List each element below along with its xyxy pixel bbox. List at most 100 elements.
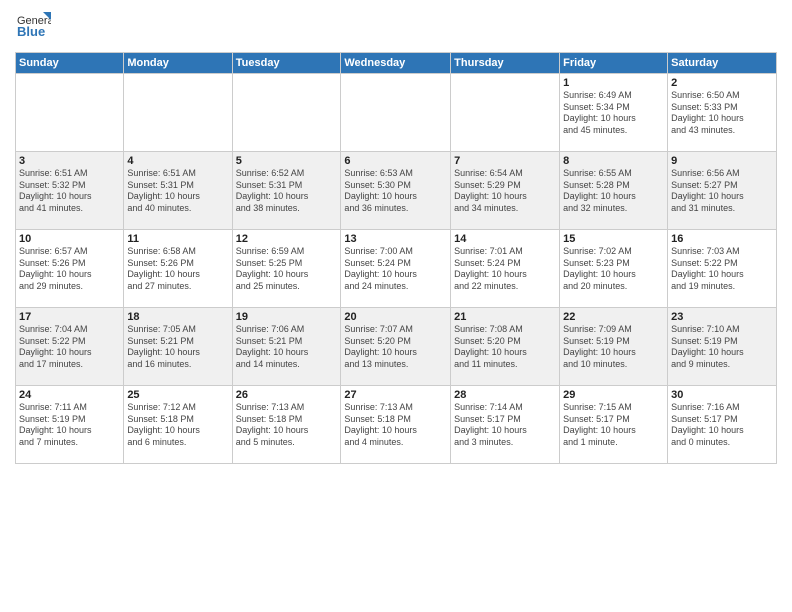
calendar-cell: 25Sunrise: 7:12 AM Sunset: 5:18 PM Dayli… [124,386,232,464]
day-number: 4 [127,155,228,167]
day-number: 22 [563,311,664,323]
calendar-cell [232,74,341,152]
day-info: Sunrise: 7:03 AM Sunset: 5:22 PM Dayligh… [671,246,773,293]
day-number: 15 [563,233,664,245]
logo-icon: General Blue [15,10,51,46]
svg-text:Blue: Blue [17,24,45,39]
day-number: 2 [671,77,773,89]
calendar-cell: 29Sunrise: 7:15 AM Sunset: 5:17 PM Dayli… [560,386,668,464]
day-info: Sunrise: 7:05 AM Sunset: 5:21 PM Dayligh… [127,324,228,371]
day-number: 27 [344,389,447,401]
calendar-cell: 6Sunrise: 6:53 AM Sunset: 5:30 PM Daylig… [341,152,451,230]
header: General Blue [15,10,777,46]
calendar-table: SundayMondayTuesdayWednesdayThursdayFrid… [15,52,777,464]
day-header-saturday: Saturday [668,53,777,74]
calendar-cell: 26Sunrise: 7:13 AM Sunset: 5:18 PM Dayli… [232,386,341,464]
calendar-cell: 23Sunrise: 7:10 AM Sunset: 5:19 PM Dayli… [668,308,777,386]
day-header-sunday: Sunday [16,53,124,74]
day-number: 28 [454,389,556,401]
day-number: 12 [236,233,338,245]
day-number: 17 [19,311,120,323]
calendar-cell: 9Sunrise: 6:56 AM Sunset: 5:27 PM Daylig… [668,152,777,230]
calendar-week-row: 1Sunrise: 6:49 AM Sunset: 5:34 PM Daylig… [16,74,777,152]
day-info: Sunrise: 7:13 AM Sunset: 5:18 PM Dayligh… [344,402,447,449]
calendar-cell: 13Sunrise: 7:00 AM Sunset: 5:24 PM Dayli… [341,230,451,308]
day-number: 7 [454,155,556,167]
calendar-cell [451,74,560,152]
calendar-cell: 20Sunrise: 7:07 AM Sunset: 5:20 PM Dayli… [341,308,451,386]
day-number: 10 [19,233,120,245]
day-number: 19 [236,311,338,323]
day-info: Sunrise: 7:10 AM Sunset: 5:19 PM Dayligh… [671,324,773,371]
day-number: 6 [344,155,447,167]
calendar-cell: 12Sunrise: 6:59 AM Sunset: 5:25 PM Dayli… [232,230,341,308]
day-number: 9 [671,155,773,167]
day-info: Sunrise: 6:53 AM Sunset: 5:30 PM Dayligh… [344,168,447,215]
day-info: Sunrise: 7:02 AM Sunset: 5:23 PM Dayligh… [563,246,664,293]
day-info: Sunrise: 6:50 AM Sunset: 5:33 PM Dayligh… [671,90,773,137]
day-number: 18 [127,311,228,323]
day-info: Sunrise: 7:08 AM Sunset: 5:20 PM Dayligh… [454,324,556,371]
day-info: Sunrise: 7:14 AM Sunset: 5:17 PM Dayligh… [454,402,556,449]
day-header-wednesday: Wednesday [341,53,451,74]
day-info: Sunrise: 6:59 AM Sunset: 5:25 PM Dayligh… [236,246,338,293]
day-number: 21 [454,311,556,323]
day-number: 29 [563,389,664,401]
day-info: Sunrise: 6:56 AM Sunset: 5:27 PM Dayligh… [671,168,773,215]
day-number: 14 [454,233,556,245]
calendar-cell: 27Sunrise: 7:13 AM Sunset: 5:18 PM Dayli… [341,386,451,464]
day-info: Sunrise: 7:09 AM Sunset: 5:19 PM Dayligh… [563,324,664,371]
calendar-week-row: 24Sunrise: 7:11 AM Sunset: 5:19 PM Dayli… [16,386,777,464]
day-number: 24 [19,389,120,401]
day-info: Sunrise: 6:55 AM Sunset: 5:28 PM Dayligh… [563,168,664,215]
day-info: Sunrise: 7:15 AM Sunset: 5:17 PM Dayligh… [563,402,664,449]
day-number: 26 [236,389,338,401]
day-info: Sunrise: 6:51 AM Sunset: 5:32 PM Dayligh… [19,168,120,215]
day-number: 8 [563,155,664,167]
day-info: Sunrise: 6:51 AM Sunset: 5:31 PM Dayligh… [127,168,228,215]
day-number: 16 [671,233,773,245]
calendar-week-row: 3Sunrise: 6:51 AM Sunset: 5:32 PM Daylig… [16,152,777,230]
day-number: 13 [344,233,447,245]
day-info: Sunrise: 7:06 AM Sunset: 5:21 PM Dayligh… [236,324,338,371]
calendar-cell: 22Sunrise: 7:09 AM Sunset: 5:19 PM Dayli… [560,308,668,386]
calendar-cell: 17Sunrise: 7:04 AM Sunset: 5:22 PM Dayli… [16,308,124,386]
day-info: Sunrise: 7:07 AM Sunset: 5:20 PM Dayligh… [344,324,447,371]
day-number: 20 [344,311,447,323]
day-number: 23 [671,311,773,323]
day-info: Sunrise: 6:58 AM Sunset: 5:26 PM Dayligh… [127,246,228,293]
calendar-cell: 14Sunrise: 7:01 AM Sunset: 5:24 PM Dayli… [451,230,560,308]
calendar-cell [341,74,451,152]
day-info: Sunrise: 6:52 AM Sunset: 5:31 PM Dayligh… [236,168,338,215]
calendar-cell: 3Sunrise: 6:51 AM Sunset: 5:32 PM Daylig… [16,152,124,230]
day-info: Sunrise: 6:57 AM Sunset: 5:26 PM Dayligh… [19,246,120,293]
calendar-cell: 15Sunrise: 7:02 AM Sunset: 5:23 PM Dayli… [560,230,668,308]
calendar-cell: 19Sunrise: 7:06 AM Sunset: 5:21 PM Dayli… [232,308,341,386]
day-number: 30 [671,389,773,401]
day-number: 5 [236,155,338,167]
day-info: Sunrise: 7:16 AM Sunset: 5:17 PM Dayligh… [671,402,773,449]
calendar-cell: 4Sunrise: 6:51 AM Sunset: 5:31 PM Daylig… [124,152,232,230]
calendar-cell [16,74,124,152]
calendar-cell: 1Sunrise: 6:49 AM Sunset: 5:34 PM Daylig… [560,74,668,152]
calendar-cell: 16Sunrise: 7:03 AM Sunset: 5:22 PM Dayli… [668,230,777,308]
calendar-cell: 30Sunrise: 7:16 AM Sunset: 5:17 PM Dayli… [668,386,777,464]
calendar-cell: 28Sunrise: 7:14 AM Sunset: 5:17 PM Dayli… [451,386,560,464]
calendar-cell: 24Sunrise: 7:11 AM Sunset: 5:19 PM Dayli… [16,386,124,464]
day-info: Sunrise: 7:12 AM Sunset: 5:18 PM Dayligh… [127,402,228,449]
day-number: 25 [127,389,228,401]
day-info: Sunrise: 7:00 AM Sunset: 5:24 PM Dayligh… [344,246,447,293]
calendar-week-row: 17Sunrise: 7:04 AM Sunset: 5:22 PM Dayli… [16,308,777,386]
calendar-header-row: SundayMondayTuesdayWednesdayThursdayFrid… [16,53,777,74]
day-info: Sunrise: 7:13 AM Sunset: 5:18 PM Dayligh… [236,402,338,449]
calendar-cell: 18Sunrise: 7:05 AM Sunset: 5:21 PM Dayli… [124,308,232,386]
day-number: 1 [563,77,664,89]
page-container: General Blue SundayMondayTuesdayWednesda… [0,0,792,469]
day-header-thursday: Thursday [451,53,560,74]
day-info: Sunrise: 7:04 AM Sunset: 5:22 PM Dayligh… [19,324,120,371]
calendar-cell: 7Sunrise: 6:54 AM Sunset: 5:29 PM Daylig… [451,152,560,230]
day-header-friday: Friday [560,53,668,74]
day-info: Sunrise: 7:11 AM Sunset: 5:19 PM Dayligh… [19,402,120,449]
calendar-cell: 5Sunrise: 6:52 AM Sunset: 5:31 PM Daylig… [232,152,341,230]
day-header-tuesday: Tuesday [232,53,341,74]
